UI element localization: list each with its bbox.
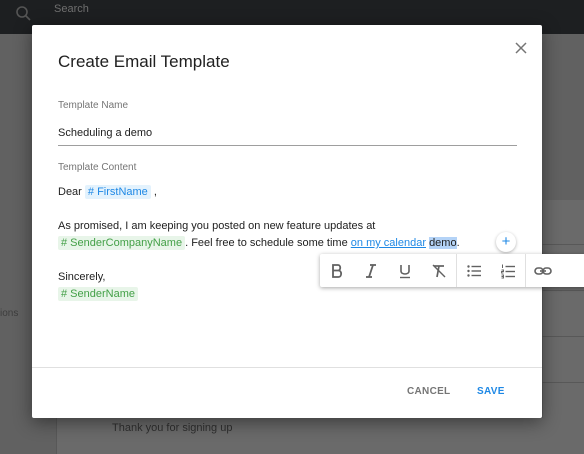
background-label: ions	[0, 308, 19, 319]
content-line-signoff[interactable]: Sincerely,	[58, 271, 105, 283]
content-text: Sincerely,	[58, 271, 106, 283]
dialog-footer-divider	[32, 367, 542, 368]
content-line-greeting[interactable]: Dear # FirstName ,	[58, 185, 157, 199]
background-side-panel	[542, 200, 584, 454]
content-line-signature[interactable]: # SenderName	[58, 287, 138, 301]
content-text: Dear	[58, 186, 82, 198]
template-name-label: Template Name	[58, 100, 129, 111]
template-name-input[interactable]: Scheduling a demo	[58, 127, 152, 139]
bold-button[interactable]	[320, 254, 354, 287]
formatting-toolbar	[320, 254, 584, 287]
background-divider	[542, 244, 584, 245]
insert-tag-button[interactable]: +	[496, 232, 516, 252]
link-button[interactable]	[526, 254, 560, 287]
selected-text[interactable]: demo	[429, 237, 457, 249]
numbered-list-icon	[501, 264, 515, 278]
close-icon[interactable]	[511, 38, 531, 58]
background-list-item-label: Thank you for signing up	[112, 422, 233, 434]
bulleted-list-icon	[467, 264, 481, 277]
clear-format-button[interactable]	[422, 254, 456, 287]
template-name-underline	[58, 145, 517, 146]
content-text: ,	[153, 186, 157, 198]
background-divider	[542, 336, 584, 337]
dialog-title: Create Email Template	[58, 52, 230, 71]
content-line-body-2[interactable]: # SenderCompanyName. Feel free to schedu…	[58, 236, 460, 250]
create-email-template-dialog: Create Email Template Template Name Sche…	[32, 25, 584, 418]
content-text: .	[456, 237, 460, 249]
bulleted-list-button[interactable]	[457, 254, 491, 287]
link-icon	[534, 266, 552, 275]
underline-icon	[400, 264, 410, 278]
sender-company-name-tag[interactable]: # SenderCompanyName	[58, 236, 186, 250]
clear-format-icon	[432, 264, 446, 277]
italic-button[interactable]	[354, 254, 388, 287]
cancel-button[interactable]: CANCEL	[407, 386, 450, 397]
first-name-tag[interactable]: # FirstName	[84, 185, 151, 199]
background-divider	[542, 382, 584, 383]
template-content-label: Template Content	[58, 162, 137, 173]
save-button[interactable]: SAVE	[477, 386, 505, 397]
content-text: As promised, I am keeping you posted on …	[58, 220, 376, 232]
search-icon[interactable]	[14, 4, 34, 24]
background-divider	[542, 290, 584, 291]
calendar-link[interactable]: on my calendar	[351, 237, 426, 249]
sender-name-tag[interactable]: # SenderName	[58, 287, 138, 301]
content-line-body[interactable]: As promised, I am keeping you posted on …	[58, 220, 375, 232]
bold-icon	[332, 263, 343, 278]
numbered-list-button[interactable]	[491, 254, 525, 287]
italic-icon	[366, 263, 376, 278]
search-input[interactable]: Search	[54, 3, 89, 15]
content-text: . Feel free to schedule some time	[185, 237, 348, 249]
underline-button[interactable]	[388, 254, 422, 287]
